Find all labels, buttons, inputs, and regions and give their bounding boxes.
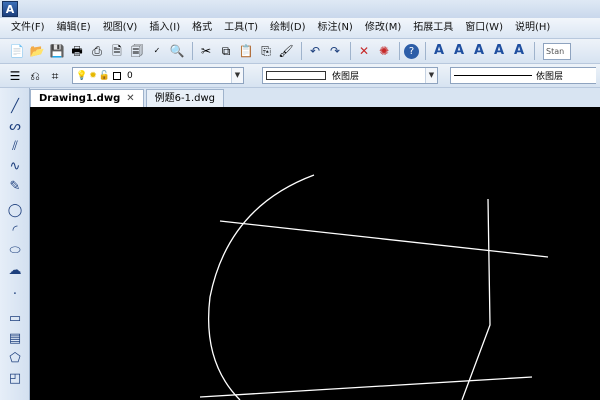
open-icon[interactable]: 📂	[28, 42, 46, 60]
text-style-dropdown[interactable]: Stan	[543, 42, 571, 60]
circle-icon[interactable]: ◯	[6, 202, 24, 220]
drawn-line-upper	[219, 220, 549, 258]
menu-extend-tools[interactable]: 拓展工具	[407, 18, 459, 38]
menu-help[interactable]: 说明(H)	[509, 18, 556, 38]
toolbar-divider	[192, 42, 193, 60]
tab-label: 例题6-1.dwg	[154, 93, 216, 104]
sun-icon: ✹	[89, 70, 97, 81]
hatch-icon[interactable]: ▤	[6, 330, 24, 348]
revcloud-icon[interactable]: ☁	[6, 262, 24, 280]
layer-manager-icon[interactable]: ☰	[6, 67, 24, 85]
lock-icon: 🔓	[98, 70, 110, 81]
color-swatch	[266, 71, 326, 80]
tab-example-6-1[interactable]: 例题6-1.dwg	[145, 89, 225, 107]
match-properties-icon[interactable]: 🖌	[277, 42, 295, 60]
drawn-polyline	[461, 198, 491, 400]
rectangle-icon[interactable]: ▭	[6, 310, 24, 328]
linetype-sample	[454, 75, 532, 76]
print-preview-icon[interactable]: 🖶	[68, 42, 86, 60]
draw-toolbar: ╱ ᔕ ⫽ ∿ ✎ ◯ ◜ ⬭ ☁ · ▭ ▤ ⬠ ◰	[0, 88, 30, 400]
menu-draw[interactable]: 绘制(D)	[264, 18, 312, 38]
text-edit-button[interactable]: A	[470, 42, 488, 60]
chevron-down-icon[interactable]: ▼	[425, 68, 437, 83]
close-icon[interactable]: ✕	[126, 90, 134, 107]
toolbar-divider	[534, 42, 535, 60]
chevron-down-icon[interactable]: ▼	[231, 68, 243, 83]
delete-icon[interactable]: ✕	[355, 42, 373, 60]
standard-toolbar: 📄 📂 💾 🖶 ⎙ 🗎 🗐 ✓ 🔍 ✂ ⧉ 📋 ⎘ 🖌 ↶ ↷ ✕ ✺ ? A …	[0, 39, 600, 64]
new-icon[interactable]: 📄	[8, 42, 26, 60]
menu-view[interactable]: 视图(V)	[97, 18, 144, 38]
undo-icon[interactable]: ↶	[306, 42, 324, 60]
menu-tools[interactable]: 工具(T)	[218, 18, 264, 38]
layer-previous-icon[interactable]: ⌗	[46, 67, 64, 85]
menu-bar: 文件(F) 编辑(E) 视图(V) 插入(I) 格式 工具(T) 绘制(D) 标…	[0, 18, 600, 39]
document-tabs: Drawing1.dwg ✕ 例题6-1.dwg	[30, 88, 600, 107]
plot-icon[interactable]: 🗐	[128, 42, 146, 60]
menu-format[interactable]: 格式	[186, 18, 218, 38]
menu-edit[interactable]: 编辑(E)	[51, 18, 97, 38]
linetype-label: 依图层	[536, 72, 564, 82]
layer-dropdown[interactable]: 💡 ✹ 🔓 0 ▼	[72, 67, 244, 84]
save-icon[interactable]: 💾	[48, 42, 66, 60]
freehand-icon[interactable]: ✎	[6, 178, 24, 196]
color-dropdown[interactable]: 依图层 ▼	[262, 67, 438, 84]
menu-dimension[interactable]: 标注(N)	[312, 18, 359, 38]
text-style-button[interactable]: A	[430, 42, 448, 60]
tab-drawing1[interactable]: Drawing1.dwg ✕	[30, 89, 144, 107]
paste-special-icon[interactable]: ⎘	[257, 42, 275, 60]
menu-window[interactable]: 窗口(W)	[459, 18, 509, 38]
copy-icon[interactable]: ⧉	[217, 42, 235, 60]
print-icon[interactable]: ⎙	[88, 42, 106, 60]
toolbar-divider	[399, 42, 400, 60]
menu-insert[interactable]: 插入(I)	[143, 18, 186, 38]
toolbar-divider	[350, 42, 351, 60]
arc-icon[interactable]: ◜	[6, 222, 24, 240]
publish-icon[interactable]: 🗎	[108, 42, 126, 60]
layer-toolbar: ☰ ⎌ ⌗ 💡 ✹ 🔓 0 ▼ 依图层 ▼ 依图层	[0, 64, 600, 88]
color-label: 依图层	[332, 72, 360, 82]
redo-icon[interactable]: ↷	[326, 42, 344, 60]
text-find-button[interactable]: A	[490, 42, 508, 60]
layer-name: 0	[126, 70, 133, 81]
help-icon[interactable]: ?	[404, 43, 419, 59]
construction-line-icon[interactable]: ⫽	[6, 138, 24, 156]
linetype-dropdown[interactable]: 依图层	[450, 67, 596, 84]
drawn-arc	[207, 174, 315, 400]
polyline-icon[interactable]: ᔕ	[6, 118, 24, 136]
spell-check-icon[interactable]: ✓	[148, 42, 166, 60]
line-icon[interactable]: ╱	[6, 98, 24, 116]
explode-icon[interactable]: ✺	[375, 42, 393, 60]
drawn-line-lower	[199, 376, 533, 398]
lightbulb-icon: 💡	[76, 70, 88, 81]
title-bar: A	[0, 0, 600, 18]
spline-icon[interactable]: ∿	[6, 158, 24, 176]
tab-label: Drawing1.dwg	[39, 93, 121, 104]
point-icon[interactable]: ·	[6, 286, 24, 304]
find-icon[interactable]: 🔍	[168, 42, 186, 60]
region-icon[interactable]: ◰	[6, 370, 24, 388]
drawing-canvas[interactable]	[30, 107, 600, 400]
paste-icon[interactable]: 📋	[237, 42, 255, 60]
color-box-icon	[112, 71, 121, 80]
layer-state-icon[interactable]: ⎌	[26, 67, 44, 85]
cut-icon[interactable]: ✂	[197, 42, 215, 60]
app-logo-icon[interactable]: A	[2, 1, 18, 17]
menu-file[interactable]: 文件(F)	[5, 18, 51, 38]
polygon-icon[interactable]: ⬠	[6, 350, 24, 368]
text-scale-button[interactable]: A	[510, 42, 528, 60]
menu-modify[interactable]: 修改(M)	[359, 18, 407, 38]
toolbar-divider	[301, 42, 302, 60]
toolbar-divider	[425, 42, 426, 60]
ellipse-icon[interactable]: ⬭	[6, 242, 24, 260]
text-button[interactable]: A	[450, 42, 468, 60]
drawing-svg	[199, 174, 549, 400]
